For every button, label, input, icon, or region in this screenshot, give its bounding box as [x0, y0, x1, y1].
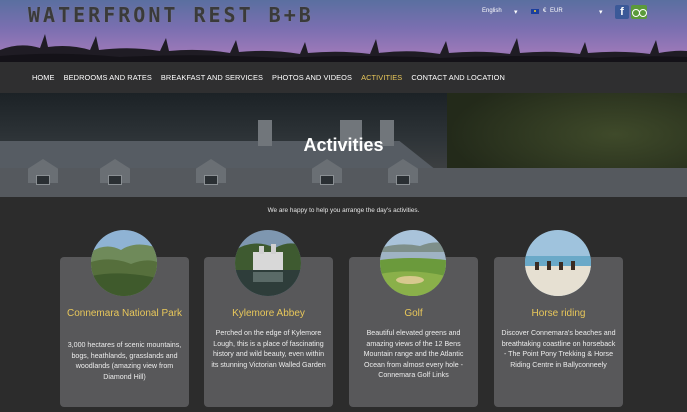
currency-select[interactable]: EUR [550, 8, 563, 14]
nav-item-photos-and-videos[interactable]: PHOTOS AND VIDEOS [272, 73, 352, 82]
banner-window [204, 175, 218, 185]
nav-item-breakfast-and-services[interactable]: BREAKFAST AND SERVICES [161, 73, 263, 82]
tripadvisor-icon[interactable] [631, 5, 647, 19]
golf-photo[interactable] [380, 230, 446, 296]
nav-item-home[interactable]: HOME [32, 73, 55, 82]
site-header: WATERFRONT REST B+B English ▾ € EUR ▾ f … [0, 0, 687, 93]
nav-item-bedrooms-and-rates[interactable]: BEDROOMS AND RATES [64, 73, 152, 82]
currency-symbol: € [543, 8, 547, 14]
facebook-icon[interactable]: f [615, 5, 629, 19]
banner-window [396, 175, 410, 185]
language-select[interactable]: English [482, 8, 502, 14]
connemara-photo[interactable] [91, 230, 157, 296]
eu-flag-icon [531, 9, 539, 14]
activities-section: We are happy to help you arrange the day… [0, 197, 687, 412]
page-title: Activities [303, 135, 384, 155]
banner-window [108, 175, 122, 185]
nav-item-contact-and-location[interactable]: CONTACT AND LOCATION [411, 73, 505, 82]
card-description: 3,000 hectares of scenic mountains, bogs… [67, 341, 182, 381]
banner-window [320, 175, 334, 185]
card-description: Discover Connemara's beaches and breatht… [501, 329, 616, 369]
chevron-down-icon[interactable]: ▾ [599, 8, 603, 16]
horse-riding-photo[interactable] [525, 230, 591, 296]
intro-text: We are happy to help you arrange the day… [267, 207, 420, 214]
kylemore-abbey-photo[interactable] [235, 230, 301, 296]
card-title: Connemara National Park [66, 308, 183, 319]
page: WATERFRONT REST B+B English ▾ € EUR ▾ f … [0, 0, 687, 412]
card-title: Kylemore Abbey [232, 308, 305, 319]
main-nav: HOME BEDROOMS AND RATES BREAKFAST AND SE… [0, 62, 505, 93]
card-title: Horse riding [531, 308, 586, 319]
banner-window [36, 175, 50, 185]
site-logo[interactable]: WATERFRONT REST B+B [28, 3, 314, 27]
hero-banner: Activities [0, 93, 687, 197]
nav-item-activities[interactable]: ACTIVITIES [361, 73, 402, 82]
card-description: Beautiful elevated greens and amazing vi… [363, 329, 464, 379]
card-title: Golf [404, 308, 423, 319]
card-description: Perched on the edge of Kylemore Lough, t… [211, 329, 326, 369]
chevron-down-icon[interactable]: ▾ [514, 8, 518, 16]
